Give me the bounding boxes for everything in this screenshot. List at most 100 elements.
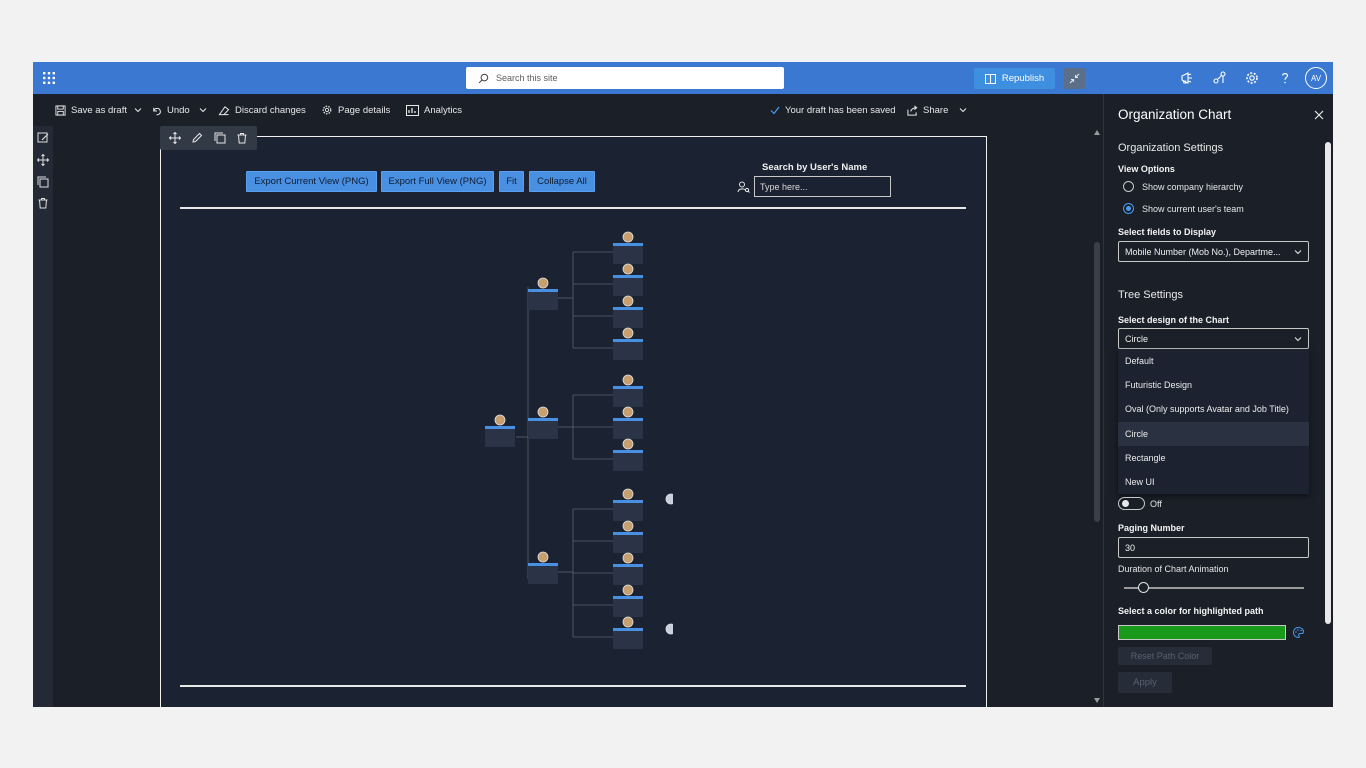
employee-node-1-0-title-bar[interactable]: [613, 386, 643, 389]
help-icon[interactable]: [1277, 70, 1293, 86]
employee-node-0-3-avatar[interactable]: [622, 327, 634, 339]
animation-slider-track[interactable]: [1124, 587, 1304, 589]
employee-node-1-2-title-bar[interactable]: [613, 450, 643, 453]
employee-node-1-1-card[interactable]: [613, 421, 643, 439]
employee-node-2-3-title-bar[interactable]: [613, 596, 643, 599]
canvas-scroll-thumb[interactable]: [1094, 242, 1100, 522]
close-icon[interactable]: [1314, 110, 1324, 120]
radio-current-team[interactable]: [1123, 203, 1134, 214]
panel-scroll-thumb[interactable]: [1325, 142, 1331, 624]
fit-button[interactable]: Fit: [499, 171, 524, 192]
employee-node-2-4-avatar[interactable]: [622, 616, 634, 628]
move-icon[interactable]: [169, 132, 182, 144]
employee-node-1-1-title-bar[interactable]: [613, 418, 643, 421]
employee-node-1-0-avatar[interactable]: [622, 374, 634, 386]
paging-number-input[interactable]: [1118, 537, 1309, 558]
root-node-avatar[interactable]: [494, 414, 506, 426]
manager-node-0-avatar[interactable]: [537, 277, 549, 289]
reset-path-color-button[interactable]: Reset Path Color: [1118, 647, 1212, 665]
employee-node-2-2-title-bar[interactable]: [613, 564, 643, 567]
discard-changes-button[interactable]: Discard changes: [218, 94, 306, 126]
scroll-up-icon[interactable]: [1094, 130, 1100, 135]
employee-node-1-0-card[interactable]: [613, 389, 643, 407]
employee-node-2-4-title-bar[interactable]: [613, 628, 643, 631]
manager-node-1-avatar[interactable]: [537, 406, 549, 418]
design-option-circle[interactable]: Circle: [1118, 422, 1309, 446]
employee-node-2-2-avatar[interactable]: [622, 552, 634, 564]
employee-node-1-1-avatar[interactable]: [622, 406, 634, 418]
employee-node-0-3-card[interactable]: [613, 342, 643, 360]
gear-icon[interactable]: [1244, 70, 1260, 86]
employee-node-2-3-card[interactable]: [613, 599, 643, 617]
employee-node-2-0-title-bar[interactable]: [613, 500, 643, 503]
employee-node-1-2-avatar[interactable]: [622, 438, 634, 450]
export-current-view-button[interactable]: Export Current View (PNG): [246, 171, 377, 192]
employee-node-0-1-card[interactable]: [613, 278, 643, 296]
save-draft-button[interactable]: Save as draft: [55, 94, 127, 126]
app-launcher-icon[interactable]: [42, 71, 56, 85]
fields-dropdown[interactable]: Mobile Number (Mob No.), Departme...: [1118, 241, 1309, 262]
color-picker-icon[interactable]: [1292, 626, 1305, 639]
employee-node-0-0-title-bar[interactable]: [613, 243, 643, 246]
megaphone-icon[interactable]: [1179, 70, 1195, 86]
root-node-card[interactable]: [485, 429, 515, 447]
user-search-input[interactable]: [754, 176, 891, 197]
design-option-oval[interactable]: Oval (Only supports Avatar and Job Title…: [1118, 397, 1309, 421]
collapse-panel-button[interactable]: [1064, 68, 1085, 89]
share-network-icon[interactable]: [1212, 70, 1228, 86]
root-node-title-bar[interactable]: [485, 426, 515, 429]
share-button[interactable]: Share: [907, 94, 967, 126]
animation-slider-thumb[interactable]: [1138, 582, 1149, 593]
duplicate-icon[interactable]: [214, 132, 226, 144]
employee-node-2-0-card[interactable]: [613, 503, 643, 521]
undo-button[interactable]: Undo: [151, 94, 190, 126]
user-avatar[interactable]: AV: [1305, 67, 1327, 89]
employee-node-0-0-card[interactable]: [613, 246, 643, 264]
manager-node-0-title-bar[interactable]: [528, 289, 558, 292]
chevron-down-icon[interactable]: [199, 106, 207, 114]
manager-node-2-avatar[interactable]: [537, 551, 549, 563]
export-full-view-button[interactable]: Export Full View (PNG): [381, 171, 494, 192]
employee-node-2-4-card[interactable]: [613, 631, 643, 649]
design-option-default[interactable]: Default: [1118, 349, 1309, 373]
delete-icon[interactable]: [37, 197, 49, 209]
employee-node-0-1-avatar[interactable]: [622, 263, 634, 275]
employee-node-0-0-avatar[interactable]: [622, 231, 634, 243]
site-search-box[interactable]: Search this site: [466, 67, 784, 89]
employee-node-0-2-avatar[interactable]: [622, 295, 634, 307]
manager-node-0-card[interactable]: [528, 292, 558, 310]
manager-node-1-title-bar[interactable]: [528, 418, 558, 421]
duplicate-icon[interactable]: [37, 176, 49, 188]
employee-node-0-2-card[interactable]: [613, 310, 643, 328]
apply-button[interactable]: Apply: [1118, 672, 1172, 693]
employee-node-2-1-card[interactable]: [613, 535, 643, 553]
republish-button[interactable]: Republish: [974, 68, 1055, 89]
employee-node-2-0-avatar[interactable]: [622, 488, 634, 500]
toggle-switch[interactable]: [1118, 497, 1145, 510]
manager-node-2-title-bar[interactable]: [528, 563, 558, 566]
edit-section-icon[interactable]: [37, 132, 49, 144]
employee-node-1-2-card[interactable]: [613, 453, 643, 471]
leaf-node-1-avatar[interactable]: [665, 623, 673, 635]
manager-node-1-card[interactable]: [528, 421, 558, 439]
radio-company-hierarchy[interactable]: [1123, 181, 1134, 192]
design-option-rectangle[interactable]: Rectangle: [1118, 446, 1309, 470]
scroll-down-icon[interactable]: [1094, 698, 1100, 703]
collapse-all-button[interactable]: Collapse All: [529, 171, 595, 192]
employee-node-2-1-avatar[interactable]: [622, 520, 634, 532]
leaf-node-0-avatar[interactable]: [665, 493, 673, 505]
manager-node-2-card[interactable]: [528, 566, 558, 584]
design-option-futuristic[interactable]: Futuristic Design: [1118, 373, 1309, 397]
edit-icon[interactable]: [191, 132, 203, 144]
analytics-button[interactable]: Analytics: [406, 94, 462, 126]
page-details-button[interactable]: Page details: [321, 94, 390, 126]
employee-node-0-1-title-bar[interactable]: [613, 275, 643, 278]
design-option-new-ui[interactable]: New UI: [1118, 470, 1309, 494]
employee-node-2-1-title-bar[interactable]: [613, 532, 643, 535]
employee-node-0-3-title-bar[interactable]: [613, 339, 643, 342]
delete-icon[interactable]: [236, 132, 248, 144]
chevron-down-icon[interactable]: [134, 106, 142, 114]
move-icon[interactable]: [37, 154, 49, 166]
design-dropdown[interactable]: Circle: [1118, 328, 1309, 349]
employee-node-2-3-avatar[interactable]: [622, 584, 634, 596]
